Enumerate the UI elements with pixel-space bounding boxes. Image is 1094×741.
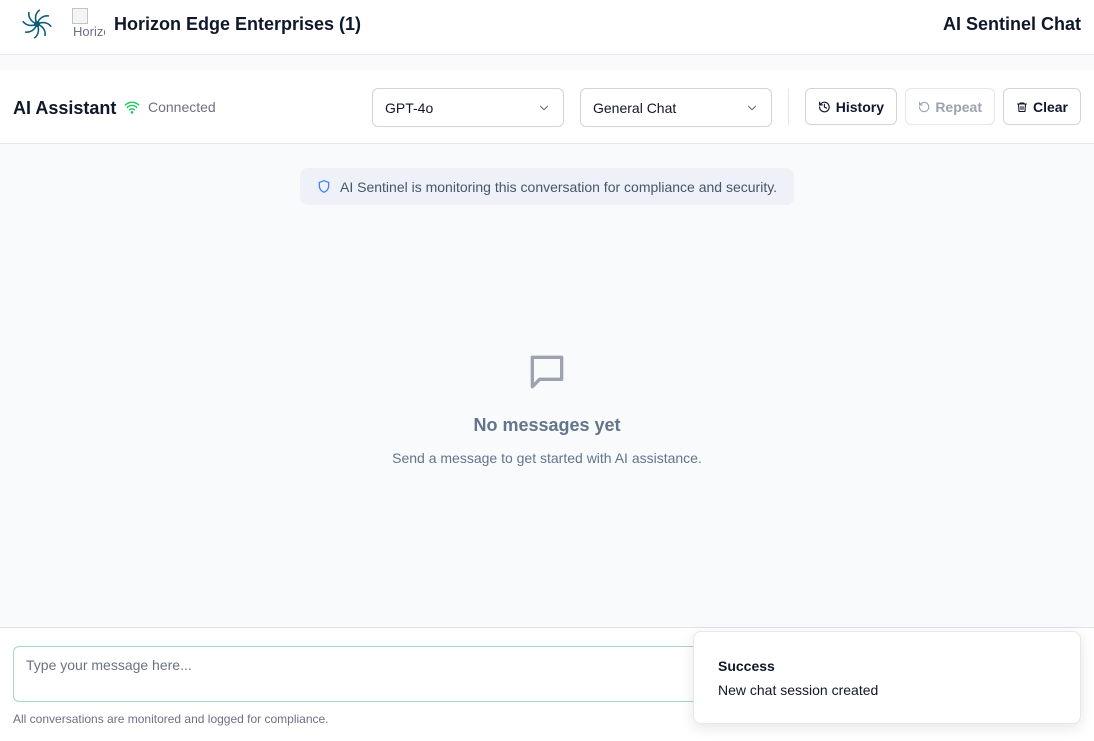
history-button-label: History <box>835 98 884 115</box>
compliance-footnote: All conversations are monitored and logg… <box>13 712 329 726</box>
toast-message: New chat session created <box>718 682 879 698</box>
app-title: AI Sentinel Chat <box>942 14 1081 34</box>
compliance-notice: AI Sentinel is monitoring this conversat… <box>300 168 794 205</box>
org-logo-alt-text: Horizon Edge Enterprises <box>73 24 105 39</box>
connection-status: Connected <box>124 99 216 115</box>
assistant-title: AI Assistant <box>13 98 117 118</box>
model-select[interactable]: GPT-4o <box>372 88 564 127</box>
chat-header: AI Assistant Connected GPT-4o General Ch… <box>0 70 1094 144</box>
company-logo-icon[interactable] <box>20 7 54 41</box>
empty-state-subtitle: Send a message to get started with AI as… <box>392 450 702 466</box>
empty-state-title: No messages yet <box>473 415 621 435</box>
trash-icon <box>1016 101 1028 112</box>
message-square-icon <box>530 355 564 389</box>
model-select-value: GPT-4o <box>385 99 434 116</box>
chevron-down-icon <box>539 105 549 110</box>
rotate-ccw-icon <box>918 101 930 112</box>
history-button[interactable]: History <box>805 88 897 125</box>
clear-button[interactable]: Clear <box>1003 88 1081 125</box>
history-icon <box>819 101 830 112</box>
chat-mode-select-value: General Chat <box>593 99 677 116</box>
wifi-icon <box>124 101 140 114</box>
repeat-button-label: Repeat <box>935 98 982 115</box>
clear-button-label: Clear <box>1032 98 1068 115</box>
message-input[interactable] <box>13 646 733 702</box>
organization-name: Horizon Edge Enterprises (1) <box>114 14 362 34</box>
repeat-button[interactable]: Repeat <box>905 88 995 125</box>
chevron-down-icon <box>747 105 757 110</box>
header-spacer <box>0 56 1094 70</box>
chat-mode-select[interactable]: General Chat <box>580 88 772 127</box>
org-logo-image: Horizon Edge Enterprises <box>72 8 105 40</box>
top-bar: Horizon Edge Enterprises Horizon Edge En… <box>0 0 1094 55</box>
shield-icon <box>318 180 330 193</box>
compliance-notice-text: AI Sentinel is monitoring this conversat… <box>340 178 778 195</box>
toolbar-divider <box>788 89 789 126</box>
toast-title: Success <box>718 658 775 674</box>
connection-status-label: Connected <box>148 99 216 115</box>
success-toast[interactable]: Success New chat session created <box>693 631 1081 724</box>
